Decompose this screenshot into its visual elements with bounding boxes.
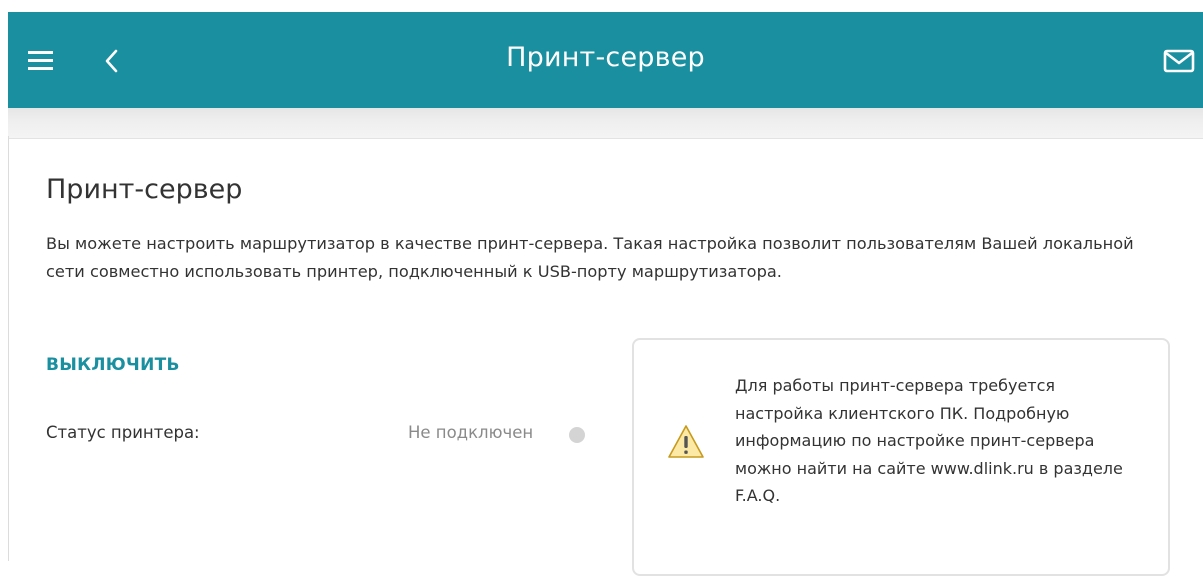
page-description: Вы можете настроить маршрутизатор в каче… bbox=[46, 234, 1134, 281]
window-top-margin bbox=[0, 0, 1203, 12]
disable-button[interactable]: ВЫКЛЮЧИТЬ bbox=[46, 355, 180, 375]
envelope-icon[interactable] bbox=[1163, 49, 1195, 73]
content-left-border bbox=[8, 136, 9, 561]
warning-triangle-icon bbox=[667, 423, 705, 461]
printer-status-label: Статус принтера: bbox=[46, 423, 200, 442]
info-card: Для работы принт-сервера требуется настр… bbox=[632, 338, 1170, 576]
header-shadow-band bbox=[8, 108, 1203, 139]
page-title: Принт-сервер bbox=[46, 174, 243, 205]
status-indicator-icon bbox=[569, 427, 585, 443]
header-title: Принт-сервер bbox=[506, 42, 705, 73]
info-text: Для работы принт-сервера требуется настр… bbox=[735, 376, 1123, 505]
printer-status-value: Не подключен bbox=[408, 423, 534, 442]
app-header: Принт-сервер bbox=[8, 12, 1203, 108]
